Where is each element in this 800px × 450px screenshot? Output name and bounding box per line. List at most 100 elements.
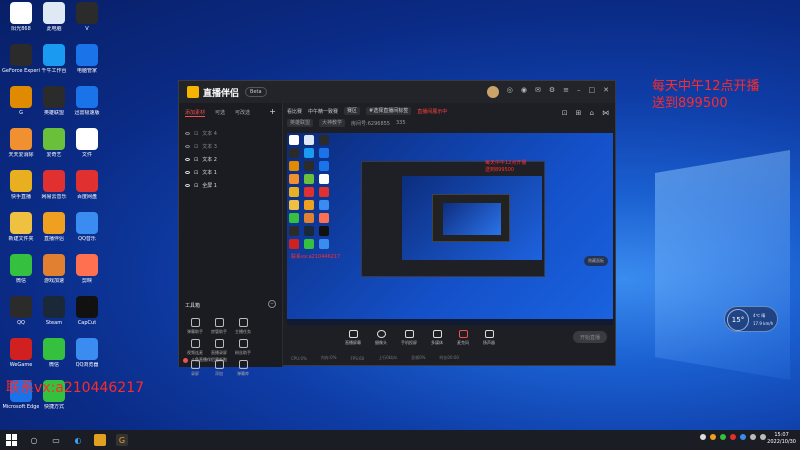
scene-name: 文本 3	[202, 144, 217, 150]
desktop-icon[interactable]: CapCut	[68, 296, 106, 338]
desktop-icon[interactable]: 迅雷极速版	[68, 86, 106, 128]
toolbox-item[interactable]	[255, 360, 279, 377]
start-button[interactable]	[6, 434, 18, 446]
eye-icon[interactable]	[185, 158, 190, 161]
eye-off-icon[interactable]	[185, 132, 190, 135]
lock-icon[interactable]: ⊡	[194, 144, 198, 150]
headset-icon[interactable]: ◎	[507, 86, 513, 98]
update-notice[interactable]: 斗鱼直播伴侣更新啦	[183, 357, 227, 363]
toolbox-item[interactable]: 视频连麦	[183, 339, 207, 356]
preview-icon	[289, 148, 299, 158]
toolbox-item[interactable]: 粉丝助手	[231, 339, 255, 356]
desktop-icon[interactable]: 百度网盘	[68, 170, 106, 212]
tag-style[interactable]: 大神教学	[319, 119, 346, 127]
desktop-icon[interactable]: 电脑管家	[68, 44, 106, 86]
add-source-icon[interactable]: +	[269, 108, 276, 117]
eye-off-icon[interactable]	[185, 145, 190, 148]
speaker-button[interactable]: 扬声器	[483, 330, 495, 346]
eye-icon[interactable]	[185, 171, 190, 174]
tray-app-icon[interactable]	[710, 434, 716, 440]
category-tag[interactable]: 赛区	[344, 107, 361, 115]
scene-item[interactable]: ⊡ 文本 1	[179, 166, 282, 179]
scene-item[interactable]: ⊡ 全屏 1	[179, 179, 282, 192]
scene-item[interactable]: ⊡ 文本 4	[179, 127, 282, 140]
media-button[interactable]: 多媒体	[431, 330, 443, 346]
media-icon	[432, 330, 442, 338]
preview-icon	[319, 161, 329, 171]
taskbar: ○ ▭ ◐ G 15:07 2022/10/30	[0, 430, 800, 450]
tray-app-icon-3[interactable]	[740, 434, 746, 440]
home-icon[interactable]: ⌂	[590, 109, 594, 117]
phone-cast-button[interactable]: 手机投屏	[401, 330, 417, 346]
toolbox-collapse-icon[interactable]: −	[268, 300, 276, 308]
maximize-icon[interactable]: □	[589, 86, 596, 98]
preview-icon	[304, 213, 314, 223]
nested-preview-2	[443, 203, 501, 235]
minimize-icon[interactable]: –	[577, 86, 581, 98]
tab-optional[interactable]: 可选	[215, 109, 225, 117]
tag-game[interactable]: 英雄联盟	[287, 119, 314, 127]
toolbox-item[interactable]: 弹幕助手	[183, 318, 207, 335]
label-selector[interactable]: #选择直播间标签	[366, 107, 412, 115]
eye-icon[interactable]	[185, 184, 190, 187]
scene-item[interactable]: ⊡ 文本 2	[179, 153, 282, 166]
search-icon[interactable]: ○	[28, 434, 40, 446]
skin-icon[interactable]: ◉	[521, 86, 527, 98]
nested-window-2	[432, 194, 510, 242]
toolbox-item[interactable]	[255, 339, 279, 356]
toolbox-item[interactable]: 房管助手	[207, 318, 231, 335]
scene-name: 文本 2	[202, 157, 217, 163]
toolbox-item[interactable]: 主播任务	[231, 318, 255, 335]
tray-app-icon-2[interactable]	[730, 434, 736, 440]
scene-name: 全屏 1	[202, 183, 217, 189]
app-shortcut-icon	[43, 44, 65, 66]
app-shortcut-icon	[43, 212, 65, 234]
close-icon[interactable]: ✕	[603, 86, 609, 98]
volume-icon[interactable]	[760, 434, 766, 440]
toolbox-item[interactable]: 直播录屏	[207, 339, 231, 356]
scene-item[interactable]: ⊡ 文本 3	[179, 140, 282, 153]
file-explorer-icon[interactable]	[94, 434, 106, 446]
logo-icon	[187, 86, 199, 98]
share-icon[interactable]: ⋈	[602, 109, 609, 117]
desktop-icon[interactable]: 剪映	[68, 254, 106, 296]
tray-wechat-icon[interactable]	[720, 434, 726, 440]
tab-add-source[interactable]: 添加素材	[185, 109, 206, 117]
task-view-icon[interactable]: ▭	[50, 434, 62, 446]
lock-icon[interactable]: ⊡	[194, 183, 198, 189]
stream-subtitle[interactable]: 中午精一致赛	[308, 108, 338, 115]
taskbar-clock[interactable]: 15:07 2022/10/30	[767, 432, 796, 446]
tray-chevron-icon[interactable]	[700, 434, 706, 440]
screen-capture-button[interactable]: 直播屏幕	[345, 330, 361, 346]
lock-icon[interactable]: ⊡	[194, 131, 198, 137]
preview-icon	[319, 239, 329, 249]
desktop-icon[interactable]: QQ音乐	[68, 212, 106, 254]
desktop-icon[interactable]: V	[68, 2, 106, 44]
microphone-button[interactable]: 麦克风	[457, 330, 469, 346]
desktop-icon[interactable]: QQ浏览器	[68, 338, 106, 380]
network-icon[interactable]	[750, 434, 756, 440]
lock-icon[interactable]: ⊡	[194, 157, 198, 163]
toolbox-item[interactable]: 弹幕库	[231, 360, 255, 377]
stream-preview[interactable]: 每天中午12点开播 送到899500 联系vx:a210446217	[287, 133, 613, 325]
fans-count: 335	[395, 120, 406, 126]
layout-icon[interactable]: ⊞	[576, 109, 582, 117]
settings-icon[interactable]: ⚙	[549, 86, 555, 98]
lock-icon[interactable]: ⊡	[194, 170, 198, 176]
avatar[interactable]	[486, 86, 499, 98]
tab-editable[interactable]: 可改选	[235, 109, 250, 117]
preview-desktop-icons	[289, 135, 329, 249]
message-icon[interactable]: ✉	[535, 86, 541, 98]
toolbox-item[interactable]	[255, 318, 279, 335]
douyu-app-icon[interactable]: G	[116, 434, 128, 446]
start-live-button[interactable]: 开始直播	[573, 331, 607, 343]
weather-widget[interactable]: 15° 4℃ 晴 17.9 km/h	[724, 306, 778, 332]
lock-icon[interactable]: ⊡	[562, 109, 568, 117]
room-number: 房间号:6296855	[351, 120, 390, 127]
desktop-icon[interactable]: 文件	[68, 128, 106, 170]
edge-icon[interactable]: ◐	[72, 434, 84, 446]
camera-button[interactable]: 摄像头	[375, 330, 387, 346]
app-shortcut-icon	[43, 254, 65, 276]
hide-panel-button[interactable]: 隐藏面板	[584, 256, 608, 266]
menu-icon[interactable]: ≡	[563, 86, 569, 98]
